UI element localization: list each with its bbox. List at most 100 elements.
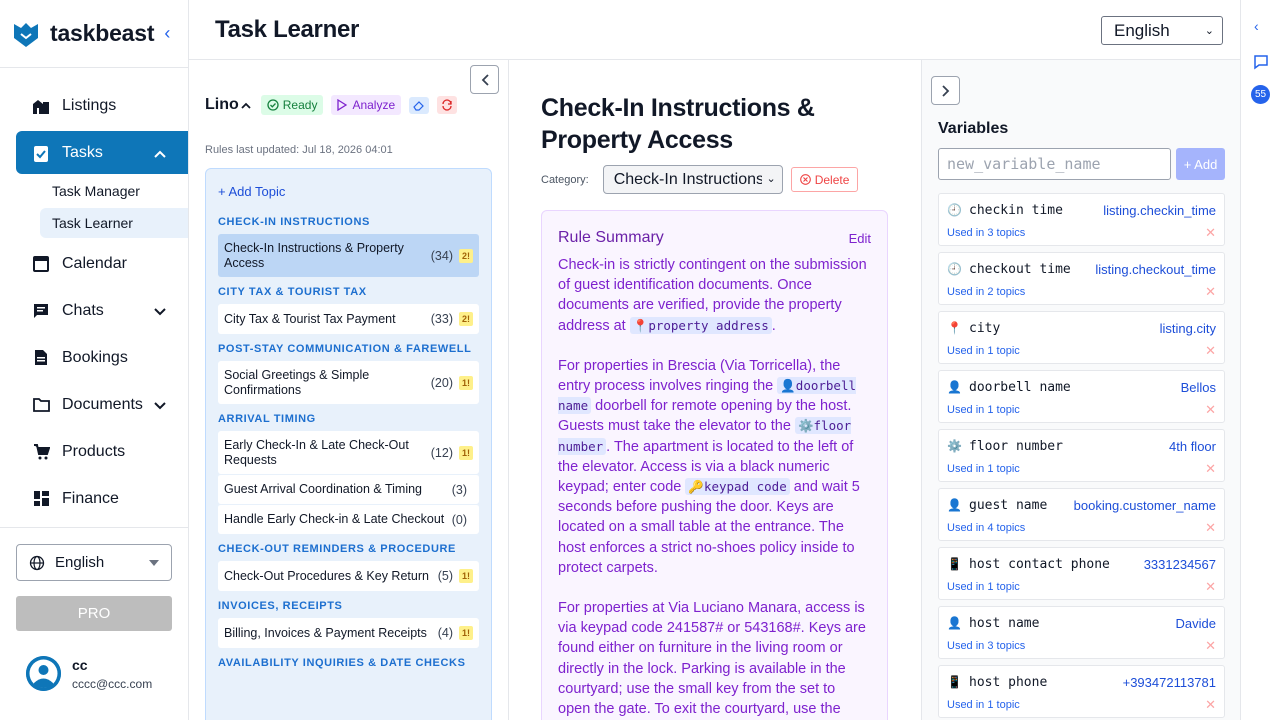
- analyze-button[interactable]: Analyze: [331, 95, 402, 115]
- topic-count: (33): [430, 312, 453, 326]
- pro-button[interactable]: PRO: [16, 596, 172, 631]
- ready-status-button[interactable]: Ready: [260, 95, 324, 115]
- topic-item[interactable]: Check-Out Procedures & Key Return (5) 1!: [218, 561, 479, 591]
- topic-count: (5): [437, 569, 453, 583]
- expand-variables-button[interactable]: [931, 76, 960, 105]
- delete-variable-icon[interactable]: ✕: [1205, 461, 1216, 477]
- topic-count: (12): [430, 445, 453, 460]
- variable-usage[interactable]: Used in 3 topics: [947, 640, 1025, 652]
- chevron-up-icon[interactable]: [241, 98, 251, 112]
- delete-variable-icon[interactable]: ✕: [1205, 225, 1216, 241]
- variable-card[interactable]: 👤 guest name booking.customer_name Used …: [938, 488, 1225, 541]
- chat-bubble-icon[interactable]: [1253, 54, 1269, 70]
- variable-card[interactable]: 🕘 checkin time listing.checkin_time Used…: [938, 193, 1225, 246]
- right-rail: ‹ 55: [1240, 0, 1280, 720]
- eraser-icon: [413, 100, 425, 111]
- variable-value[interactable]: Davide: [1176, 616, 1216, 631]
- sidebar: taskbeast ‹ Listings Tasks Task Manager: [0, 0, 189, 720]
- refresh-button[interactable]: [437, 96, 458, 114]
- add-topic-button[interactable]: + Add Topic: [218, 184, 479, 199]
- rules-updated-text: Rules last updated: Jul 18, 2026 04:01: [205, 144, 393, 156]
- variable-usage[interactable]: Used in 1 topic: [947, 463, 1020, 475]
- variable-pill[interactable]: 🔑keypad code: [685, 478, 790, 496]
- eraser-button[interactable]: [409, 96, 430, 114]
- user-profile[interactable]: cc cccc@ccc.com: [26, 656, 152, 691]
- variable-name: checkout time: [969, 262, 1071, 277]
- variable-value[interactable]: listing.checkout_time: [1095, 262, 1216, 277]
- variable-value[interactable]: 4th floor: [1169, 439, 1216, 454]
- collapse-topics-button[interactable]: [470, 65, 499, 94]
- delete-variable-icon[interactable]: ✕: [1205, 402, 1216, 418]
- header-language-select[interactable]: English ⌄: [1101, 16, 1223, 45]
- topic-item[interactable]: Billing, Invoices & Payment Receipts (4)…: [218, 618, 479, 648]
- sub-item-task-learner[interactable]: Task Learner: [40, 208, 188, 238]
- variable-usage[interactable]: Used in 1 topic: [947, 581, 1020, 593]
- topic-count: (0): [451, 512, 467, 527]
- chevron-down-icon: [154, 397, 166, 413]
- variable-value[interactable]: booking.customer_name: [1074, 498, 1216, 513]
- variable-value[interactable]: Bellos: [1181, 380, 1216, 395]
- add-variable-button[interactable]: + Add: [1176, 148, 1225, 180]
- variable-card[interactable]: 👤 doorbell name Bellos Used in 1 topic ✕: [938, 370, 1225, 423]
- topic-name: Check-In Instructions & Property Access: [224, 240, 404, 270]
- user-name: cc: [72, 656, 88, 673]
- delete-variable-icon[interactable]: ✕: [1205, 343, 1216, 359]
- listing-name[interactable]: Lino: [205, 96, 239, 114]
- delete-variable-icon[interactable]: ✕: [1205, 520, 1216, 536]
- variable-usage[interactable]: Used in 3 topics: [947, 227, 1025, 239]
- variable-value[interactable]: 3331234567: [1144, 557, 1216, 572]
- header-language-value: English: [1114, 20, 1170, 40]
- delete-button[interactable]: Delete: [790, 167, 859, 192]
- variable-usage[interactable]: Used in 1 topic: [947, 699, 1020, 711]
- nav-item-chats[interactable]: Chats: [0, 287, 188, 334]
- variable-card[interactable]: 📱 host contact phone 3331234567 Used in …: [938, 547, 1225, 600]
- delete-variable-icon[interactable]: ✕: [1205, 638, 1216, 654]
- variable-usage[interactable]: Used in 1 topic: [947, 404, 1020, 416]
- topic-item[interactable]: Early Check-In & Late Check-Out Requests…: [218, 431, 479, 474]
- delete-variable-icon[interactable]: ✕: [1205, 579, 1216, 595]
- variable-pill[interactable]: 📍property address: [629, 316, 772, 334]
- nav-item-products[interactable]: Products: [0, 428, 188, 475]
- variable-value[interactable]: +393472113781: [1123, 675, 1216, 690]
- topic-item[interactable]: Check-In Instructions & Property Access …: [218, 234, 479, 277]
- nav-item-listings[interactable]: Listings: [0, 82, 188, 129]
- nav-item-tasks[interactable]: Tasks: [16, 131, 188, 174]
- variable-card[interactable]: 🕘 checkout time listing.checkout_time Us…: [938, 252, 1225, 305]
- play-icon: [337, 99, 348, 111]
- rule-summary-title: Rule Summary: [558, 229, 664, 246]
- variable-usage[interactable]: Used in 1 topic: [947, 345, 1020, 357]
- category-heading: ARRIVAL TIMING: [218, 413, 316, 425]
- person-icon: 👤: [947, 615, 962, 630]
- category-row: Category: Check-In Instructions ⌄ Delete: [541, 165, 859, 194]
- variable-card[interactable]: 👤 host name Davide Used in 3 topics ✕: [938, 606, 1225, 659]
- notification-badge[interactable]: 55: [1251, 85, 1270, 104]
- collapse-sidebar-icon[interactable]: ‹: [164, 23, 170, 44]
- expand-panel-icon[interactable]: ‹: [1254, 18, 1259, 34]
- topic-item[interactable]: Guest Arrival Coordination & Timing (3): [218, 474, 479, 504]
- delete-variable-icon[interactable]: ✕: [1205, 284, 1216, 300]
- variable-value[interactable]: listing.checkin_time: [1103, 203, 1216, 218]
- nav-item-calendar[interactable]: Calendar: [0, 240, 188, 287]
- document-icon: [32, 349, 50, 367]
- category-select[interactable]: Check-In Instructions ⌄: [602, 165, 783, 194]
- caret-down-icon: [149, 560, 159, 566]
- variable-usage[interactable]: Used in 2 topics: [947, 286, 1025, 298]
- nav-item-finance[interactable]: Finance: [0, 475, 188, 522]
- topic-item[interactable]: Social Greetings & Simple Confirmations …: [218, 361, 479, 404]
- topic-item[interactable]: City Tax & Tourist Tax Payment (33) 2!: [218, 304, 479, 334]
- edit-button[interactable]: Edit: [849, 231, 871, 246]
- app-root: taskbeast ‹ Listings Tasks Task Manager: [0, 0, 1280, 720]
- variable-usage[interactable]: Used in 4 topics: [947, 522, 1025, 534]
- variable-value[interactable]: listing.city: [1160, 321, 1216, 336]
- variable-card[interactable]: 📍 city listing.city Used in 1 topic ✕: [938, 311, 1225, 364]
- topic-item[interactable]: Handle Early Check-in & Late Checkout (0…: [218, 504, 479, 534]
- variable-card[interactable]: ⚙️ floor number 4th floor Used in 1 topi…: [938, 429, 1225, 482]
- topic-name: City Tax & Tourist Tax Payment: [224, 311, 396, 326]
- nav-item-bookings[interactable]: Bookings: [0, 334, 188, 381]
- new-variable-input[interactable]: new_variable_name: [938, 148, 1171, 180]
- delete-variable-icon[interactable]: ✕: [1205, 697, 1216, 713]
- sidebar-language-select[interactable]: English: [16, 544, 172, 581]
- variable-card[interactable]: 📱 host phone +393472113781 Used in 1 top…: [938, 665, 1225, 718]
- sub-item-task-manager[interactable]: Task Manager: [0, 176, 188, 206]
- nav-item-documents[interactable]: Documents: [0, 381, 188, 428]
